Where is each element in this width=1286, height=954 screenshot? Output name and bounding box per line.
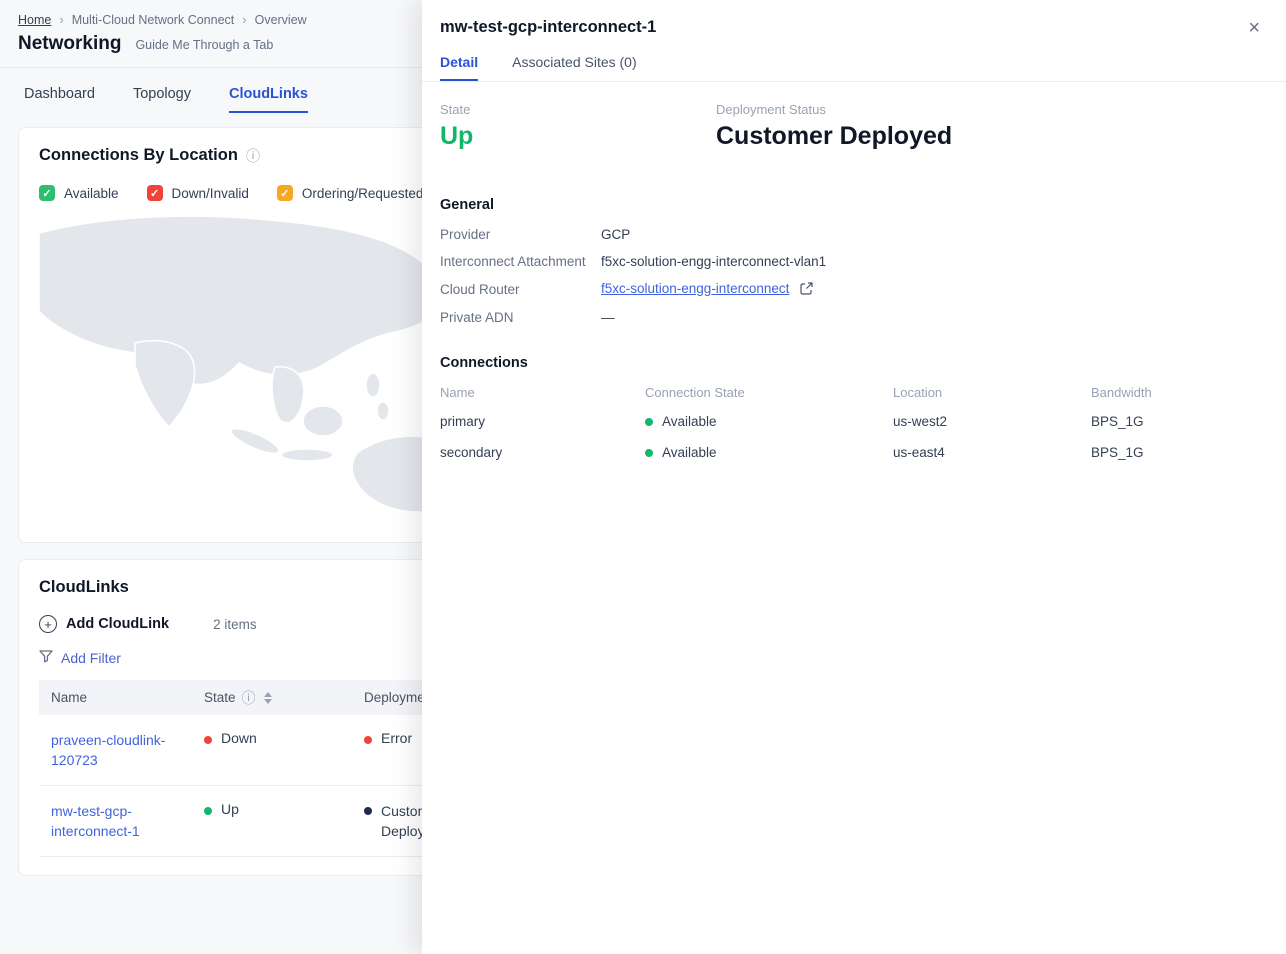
conn-col-bandwidth: Bandwidth xyxy=(1091,385,1268,406)
chevron-right-icon: › xyxy=(242,12,246,27)
col-header-state[interactable]: State ⓘ xyxy=(192,680,352,715)
tab-topology[interactable]: Topology xyxy=(133,86,191,113)
field-label-provider: Provider xyxy=(440,227,601,242)
connection-name: secondary xyxy=(440,437,645,468)
connections-card-title: Connections By Location xyxy=(39,146,238,165)
breadcrumb-home-link[interactable]: Home xyxy=(18,13,51,27)
connection-name: primary xyxy=(440,406,645,437)
breadcrumb-item: Multi-Cloud Network Connect xyxy=(72,13,235,27)
status-dot-green xyxy=(204,807,212,815)
field-value-private-adn: — xyxy=(601,310,1268,325)
connection-state: Available xyxy=(662,414,717,429)
field-label-cloud-router: Cloud Router xyxy=(440,282,601,297)
connection-location: us-east4 xyxy=(893,437,1091,468)
close-icon[interactable]: × xyxy=(1248,18,1260,38)
state-block: State Up xyxy=(440,102,716,151)
panel-title: mw-test-gcp-interconnect-1 xyxy=(440,18,656,37)
col-header-name[interactable]: Name xyxy=(39,680,192,715)
deployment-status-block: Deployment Status Customer Deployed xyxy=(716,102,1268,151)
connection-row: secondary Available us-east4 BPS_1G xyxy=(440,437,1268,468)
chevron-right-icon: › xyxy=(59,12,63,27)
status-dot-red xyxy=(204,736,212,744)
cloud-router-link[interactable]: f5xc-solution-engg-interconnect xyxy=(601,281,789,296)
add-cloudlink-button[interactable]: + Add CloudLink xyxy=(39,615,169,633)
field-label-interconnect-attachment: Interconnect Attachment xyxy=(440,254,601,269)
status-dot-green xyxy=(645,449,653,457)
legend-item-available: ✓ Available xyxy=(39,185,119,201)
col-label: Name xyxy=(51,690,87,705)
add-filter-link[interactable]: Add Filter xyxy=(61,650,121,666)
checkbox-ordering[interactable]: ✓ xyxy=(277,185,293,201)
connection-bandwidth: BPS_1G xyxy=(1091,437,1268,468)
tab-cloudlinks[interactable]: CloudLinks xyxy=(229,86,308,113)
checkbox-down-invalid[interactable]: ✓ xyxy=(147,185,163,201)
field-label-private-adn: Private ADN xyxy=(440,310,601,325)
deployment-status-label: Deployment Status xyxy=(716,102,1268,117)
status-dot-green xyxy=(645,418,653,426)
cloudlink-name-link[interactable]: mw-test-gcp-interconnect-1 xyxy=(51,801,180,841)
connections-section: Connections Name Connection State Locati… xyxy=(440,355,1268,468)
connections-section-title: Connections xyxy=(440,355,1268,371)
connections-table: Name Connection State Location Bandwidth… xyxy=(440,385,1268,468)
col-label: State xyxy=(204,690,236,705)
connection-location: us-west2 xyxy=(893,406,1091,437)
legend-label: Available xyxy=(64,186,119,201)
sort-icon[interactable] xyxy=(264,692,272,704)
connections-table-header: Name Connection State Location Bandwidth xyxy=(440,385,1268,406)
cloudlink-name-link[interactable]: praveen-cloudlink-120723 xyxy=(51,730,180,770)
deployment-status-value: Customer Deployed xyxy=(716,122,1268,151)
legend-item-down-invalid: ✓ Down/Invalid xyxy=(147,185,249,201)
general-section: General Provider GCP Interconnect Attach… xyxy=(440,197,1268,325)
info-icon[interactable]: ⓘ xyxy=(242,691,256,705)
connection-state: Available xyxy=(662,445,717,460)
field-value-provider: GCP xyxy=(601,227,1268,242)
conn-col-name: Name xyxy=(440,385,645,406)
guide-me-link[interactable]: Guide Me Through a Tab xyxy=(135,38,273,52)
page-title: Networking xyxy=(18,33,121,55)
conn-col-state: Connection State xyxy=(645,385,893,406)
connection-row: primary Available us-west2 BPS_1G xyxy=(440,406,1268,437)
external-link-icon xyxy=(800,283,813,298)
filter-icon xyxy=(39,649,53,666)
deployment-value: Error xyxy=(381,730,412,746)
panel-tab-detail[interactable]: Detail xyxy=(440,54,478,81)
checkbox-available[interactable]: ✓ xyxy=(39,185,55,201)
status-dot-navy xyxy=(364,807,372,815)
status-summary: State Up Deployment Status Customer Depl… xyxy=(440,102,1268,151)
state-label: State xyxy=(440,102,716,117)
state-value: Up xyxy=(440,122,716,151)
status-dot-red xyxy=(364,736,372,744)
legend-label: Down/Invalid xyxy=(172,186,249,201)
state-value: Down xyxy=(221,730,257,746)
panel-tab-associated-sites[interactable]: Associated Sites (0) xyxy=(512,54,637,81)
add-cloudlink-label: Add CloudLink xyxy=(66,616,169,632)
detail-panel: mw-test-gcp-interconnect-1 × Detail Asso… xyxy=(422,0,1286,954)
general-section-title: General xyxy=(440,197,1268,213)
items-count: 2 items xyxy=(213,617,257,632)
state-value: Up xyxy=(221,801,239,817)
info-icon[interactable]: ⓘ xyxy=(246,149,260,163)
tab-dashboard[interactable]: Dashboard xyxy=(24,86,95,113)
field-value-interconnect-attachment: f5xc-solution-engg-interconnect-vlan1 xyxy=(601,254,1268,269)
connection-bandwidth: BPS_1G xyxy=(1091,406,1268,437)
plus-icon: + xyxy=(39,615,57,633)
breadcrumb-item: Overview xyxy=(255,13,307,27)
conn-col-location: Location xyxy=(893,385,1091,406)
panel-tabs: Detail Associated Sites (0) xyxy=(422,54,1286,82)
